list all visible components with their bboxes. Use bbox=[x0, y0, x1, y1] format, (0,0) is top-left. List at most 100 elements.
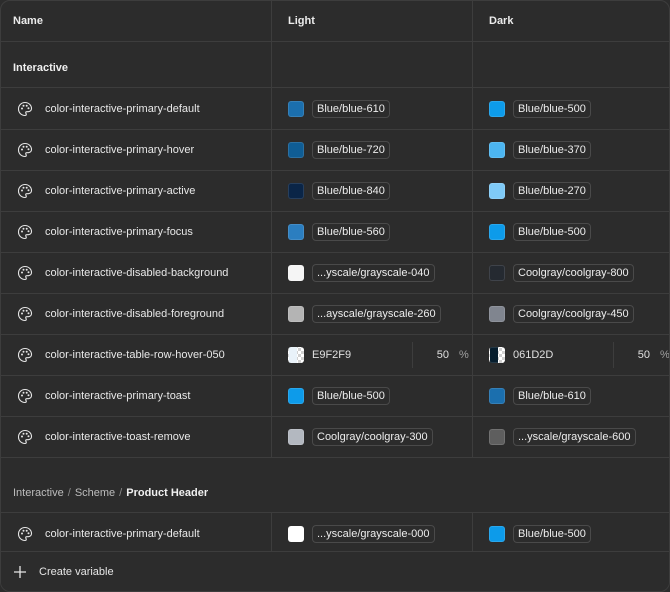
dark-value-cell[interactable]: Blue/blue-500 bbox=[473, 212, 669, 252]
variable-name-cell[interactable]: color-interactive-primary-default bbox=[1, 514, 271, 554]
opacity-unit: % bbox=[660, 349, 670, 361]
hex-value[interactable]: 061D2D bbox=[513, 349, 613, 361]
table-row[interactable]: color-interactive-primary-focus Blue/blue… bbox=[1, 212, 669, 253]
color-swatch[interactable] bbox=[288, 142, 304, 158]
dark-value-cell[interactable]: Coolgray/coolgray-450 bbox=[473, 294, 669, 334]
variables-table: Name Light Dark Interactive color-intera… bbox=[0, 0, 670, 592]
color-swatch[interactable] bbox=[489, 101, 505, 117]
variable-name-cell[interactable]: color-interactive-primary-active bbox=[1, 171, 271, 211]
alias-pill[interactable]: Blue/blue-500 bbox=[312, 387, 390, 405]
palette-icon bbox=[17, 142, 33, 158]
light-value-cell[interactable]: ...yscale/grayscale-000 bbox=[272, 514, 472, 554]
light-value-cell[interactable]: Blue/blue-500 bbox=[272, 376, 472, 416]
dark-value-cell[interactable]: Coolgray/coolgray-800 bbox=[473, 253, 669, 293]
light-value-cell[interactable]: E9F2F9 50% bbox=[272, 335, 472, 375]
variable-name-cell[interactable]: color-interactive-disabled-background bbox=[1, 253, 271, 293]
table-row[interactable]: color-interactive-primary-hover Blue/blue… bbox=[1, 130, 669, 171]
color-swatch[interactable] bbox=[288, 347, 304, 363]
light-value-cell[interactable]: Blue/blue-560 bbox=[272, 212, 472, 252]
group-header-product-header[interactable]: Interactive / Scheme / Product Header bbox=[1, 467, 669, 513]
variable-name: color-interactive-primary-focus bbox=[45, 226, 193, 238]
header-dark-mode[interactable]: Dark bbox=[473, 1, 669, 41]
color-swatch[interactable] bbox=[288, 388, 304, 404]
alias-pill[interactable]: Blue/blue-370 bbox=[513, 141, 591, 159]
table-row[interactable]: color-interactive-primary-default ...ysc… bbox=[1, 514, 669, 555]
alias-pill[interactable]: Blue/blue-500 bbox=[513, 223, 591, 241]
table-header: Name Light Dark bbox=[1, 1, 669, 42]
variable-name: color-interactive-primary-default bbox=[45, 528, 200, 540]
table-row[interactable]: color-interactive-disabled-foreground...… bbox=[1, 294, 669, 335]
color-swatch[interactable] bbox=[288, 265, 304, 281]
dark-value-cell[interactable]: 061D2D 50% bbox=[473, 335, 670, 375]
color-swatch[interactable] bbox=[489, 306, 505, 322]
dark-value-cell[interactable]: Blue/blue-500 bbox=[473, 514, 669, 554]
table-row[interactable]: color-interactive-disabled-background...… bbox=[1, 253, 669, 294]
table-row[interactable]: color-interactive-toast-remove Coolgray/c… bbox=[1, 417, 669, 458]
create-variable-button[interactable]: Create variable bbox=[1, 551, 669, 591]
alias-pill[interactable]: Blue/blue-560 bbox=[312, 223, 390, 241]
color-swatch[interactable] bbox=[489, 142, 505, 158]
alias-pill[interactable]: Blue/blue-840 bbox=[312, 182, 390, 200]
palette-icon bbox=[17, 183, 33, 199]
dark-value-cell[interactable]: Blue/blue-370 bbox=[473, 130, 669, 170]
alias-pill[interactable]: Blue/blue-500 bbox=[513, 525, 591, 543]
light-value-cell[interactable]: Blue/blue-610 bbox=[272, 89, 472, 129]
palette-icon bbox=[17, 101, 33, 117]
opacity-value[interactable]: 50 bbox=[622, 349, 650, 361]
alias-pill[interactable]: Blue/blue-610 bbox=[513, 387, 591, 405]
variable-name-cell[interactable]: color-interactive-toast-remove bbox=[1, 417, 271, 457]
table-row[interactable]: color-interactive-primary-default Blue/bl… bbox=[1, 89, 669, 130]
variable-name-cell[interactable]: color-interactive-primary-default bbox=[1, 89, 271, 129]
table-row[interactable]: color-interactive-primary-active Blue/blu… bbox=[1, 171, 669, 212]
alias-pill[interactable]: Blue/blue-270 bbox=[513, 182, 591, 200]
alias-pill[interactable]: Coolgray/coolgray-300 bbox=[312, 428, 433, 446]
header-light-mode[interactable]: Light bbox=[272, 1, 472, 41]
color-swatch[interactable] bbox=[489, 183, 505, 199]
hex-value[interactable]: E9F2F9 bbox=[312, 349, 412, 361]
group-title: Interactive bbox=[13, 62, 69, 74]
color-swatch[interactable] bbox=[489, 224, 505, 240]
table-row[interactable]: color-interactive-primary-toast Blue/blue… bbox=[1, 376, 669, 417]
variable-name-cell[interactable]: color-interactive-primary-focus bbox=[1, 212, 271, 252]
alias-pill[interactable]: Coolgray/coolgray-450 bbox=[513, 305, 634, 323]
alias-pill[interactable]: ...ayscale/grayscale-260 bbox=[312, 305, 441, 323]
light-value-cell[interactable]: ...yscale/grayscale-040 bbox=[272, 253, 472, 293]
color-swatch[interactable] bbox=[288, 101, 304, 117]
palette-icon bbox=[17, 388, 33, 404]
color-swatch[interactable] bbox=[288, 429, 304, 445]
alias-pill[interactable]: ...yscale/grayscale-000 bbox=[312, 525, 435, 543]
alias-pill[interactable]: ...yscale/grayscale-040 bbox=[312, 264, 435, 282]
opacity-unit: % bbox=[459, 349, 469, 361]
color-swatch[interactable] bbox=[288, 526, 304, 542]
light-value-cell[interactable]: Blue/blue-720 bbox=[272, 130, 472, 170]
variable-name-cell[interactable]: color-interactive-primary-hover bbox=[1, 130, 271, 170]
dark-value-cell[interactable]: Blue/blue-270 bbox=[473, 171, 669, 211]
color-swatch[interactable] bbox=[489, 265, 505, 281]
color-swatch[interactable] bbox=[489, 388, 505, 404]
dark-value-cell[interactable]: Blue/blue-500 bbox=[473, 89, 669, 129]
color-swatch[interactable] bbox=[288, 306, 304, 322]
variable-name-cell[interactable]: color-interactive-disabled-foreground bbox=[1, 294, 271, 334]
variable-name: color-interactive-primary-active bbox=[45, 185, 196, 197]
color-swatch[interactable] bbox=[288, 224, 304, 240]
light-value-cell[interactable]: ...ayscale/grayscale-260 bbox=[272, 294, 472, 334]
alias-pill[interactable]: Blue/blue-500 bbox=[513, 100, 591, 118]
opacity-value[interactable]: 50 bbox=[421, 349, 449, 361]
alias-pill[interactable]: Coolgray/coolgray-800 bbox=[513, 264, 634, 282]
color-swatch[interactable] bbox=[489, 429, 505, 445]
dark-value-cell[interactable]: ...yscale/grayscale-600 bbox=[473, 417, 669, 457]
alias-pill[interactable]: Blue/blue-610 bbox=[312, 100, 390, 118]
color-swatch[interactable] bbox=[489, 526, 505, 542]
header-name: Name bbox=[13, 15, 43, 27]
table-row[interactable]: color-interactive-table-row-hover-050 E9F… bbox=[1, 335, 670, 376]
color-swatch[interactable] bbox=[489, 347, 505, 363]
light-value-cell[interactable]: Coolgray/coolgray-300 bbox=[272, 417, 472, 457]
alias-pill[interactable]: Blue/blue-720 bbox=[312, 141, 390, 159]
variable-name-cell[interactable]: color-interactive-table-row-hover-050 bbox=[1, 335, 271, 375]
alias-pill[interactable]: ...yscale/grayscale-600 bbox=[513, 428, 636, 446]
dark-value-cell[interactable]: Blue/blue-610 bbox=[473, 376, 669, 416]
light-value-cell[interactable]: Blue/blue-840 bbox=[272, 171, 472, 211]
variable-name-cell[interactable]: color-interactive-primary-toast bbox=[1, 376, 271, 416]
group-header-interactive[interactable]: Interactive bbox=[1, 42, 669, 88]
color-swatch[interactable] bbox=[288, 183, 304, 199]
